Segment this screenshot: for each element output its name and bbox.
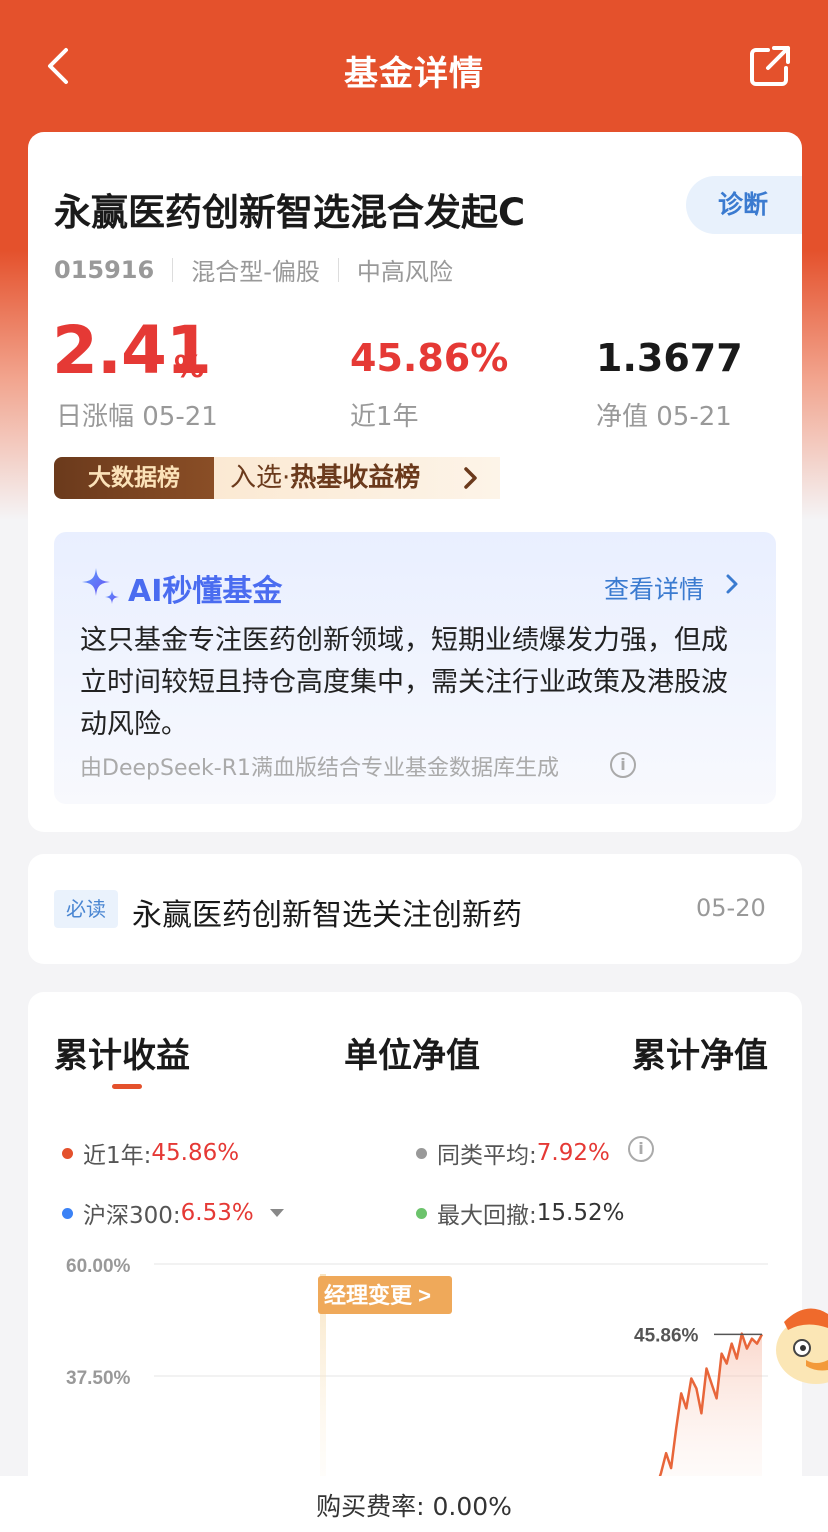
daily-change-label: 日涨幅 05-21 <box>56 402 218 432</box>
active-tab-indicator <box>112 1084 142 1089</box>
daily-change-unit: % <box>174 350 205 385</box>
ai-summary-text: 这只基金专注医药创新领域，短期业绩爆发力强，但成立时间较短且持仓高度集中，需关注… <box>80 625 728 740</box>
divider <box>337 257 339 282</box>
tab-cumulative-nav[interactable]: 累计净值 <box>632 1028 768 1077</box>
tab-cumulative-return[interactable]: 累计收益 <box>54 1028 190 1077</box>
rank-name: 热基收益榜 <box>290 463 421 493</box>
legend-drawdown: 最大回撤: 15.52% <box>416 1196 624 1230</box>
sparkle-icon <box>82 568 119 604</box>
news-title[interactable]: 永赢医药创新智选关注创新药 <box>132 890 522 934</box>
manager-change-annotation[interactable]: 经理变更 > <box>318 1276 452 1314</box>
legend-label: 近1年: <box>83 1143 152 1169</box>
y-tick-label: 37.50% <box>66 1368 131 1389</box>
fund-meta: 015916 混合型-偏股 中高风险 <box>54 252 453 287</box>
must-read-tag: 必读 <box>54 890 118 928</box>
divider <box>172 257 174 282</box>
chevron-right-icon <box>726 574 738 594</box>
share-icon[interactable] <box>748 44 792 88</box>
nav-label: 净值 05-21 <box>596 402 732 432</box>
legend-value: 45.86% <box>151 1140 240 1166</box>
year-return-label: 近1年 <box>350 402 419 432</box>
legend-value: 15.52% <box>536 1200 625 1226</box>
news-date: 05-20 <box>696 894 766 922</box>
page-title: 基金详情 <box>344 54 484 94</box>
legend-year: 近1年: 45.86% <box>62 1136 239 1170</box>
legend-value: 6.53% <box>180 1200 254 1226</box>
annotation-label: 经理变更 > <box>324 1283 431 1308</box>
diagnose-button[interactable]: 诊断 <box>686 176 802 234</box>
return-chart[interactable]: 60.00% 37.50% 经理变更 > 45.86% <box>28 1240 802 1490</box>
navigation-bar: 基金详情 <box>0 0 828 132</box>
info-icon[interactable]: i <box>628 1136 654 1162</box>
legend-label: 最大回撤: <box>437 1203 537 1229</box>
purchase-fee-bar: 购买费率: 0.00% <box>0 1476 828 1532</box>
y-tick-label: 60.00% <box>66 1256 131 1277</box>
legend-value: 7.92% <box>536 1140 610 1166</box>
year-return-value: 45.86% <box>350 336 509 380</box>
legend-peer: 同类平均: 7.92% <box>416 1136 610 1170</box>
legend-hs300[interactable]: 沪深300: 6.53% <box>62 1196 284 1230</box>
legend-dot <box>62 1147 73 1159</box>
legend-dot <box>62 1207 73 1219</box>
fund-type: 混合型-偏股 <box>191 258 320 286</box>
big-data-rank-badge[interactable]: 大数据榜 <box>54 457 214 499</box>
ai-footnote: 由DeepSeek-R1满血版结合专业基金数据库生成 <box>80 756 559 781</box>
fund-name: 永赢医药创新智选混合发起C <box>54 191 526 234</box>
tab-unit-nav[interactable]: 单位净值 <box>344 1028 480 1077</box>
ai-detail-link[interactable]: 查看详情 <box>604 570 704 606</box>
ai-title: AI秒懂基金 <box>128 574 283 609</box>
info-icon[interactable]: i <box>610 752 636 778</box>
fund-code: 015916 <box>54 255 155 284</box>
dropdown-arrow-icon <box>269 1209 284 1217</box>
legend-dot <box>416 1147 427 1159</box>
mascot-icon[interactable] <box>776 1300 828 1390</box>
end-value-label: 45.86% <box>634 1325 699 1346</box>
legend-dot <box>416 1207 427 1219</box>
nav-value: 1.3677 <box>596 336 743 380</box>
fund-risk: 中高风险 <box>356 258 453 286</box>
legend-label: 同类平均: <box>437 1143 537 1169</box>
rank-prefix: 入选· <box>230 463 291 493</box>
chevron-right-icon <box>464 467 477 489</box>
rank-entry[interactable]: 入选·热基收益榜 <box>214 457 500 499</box>
legend-label: 沪深300: <box>83 1203 181 1229</box>
